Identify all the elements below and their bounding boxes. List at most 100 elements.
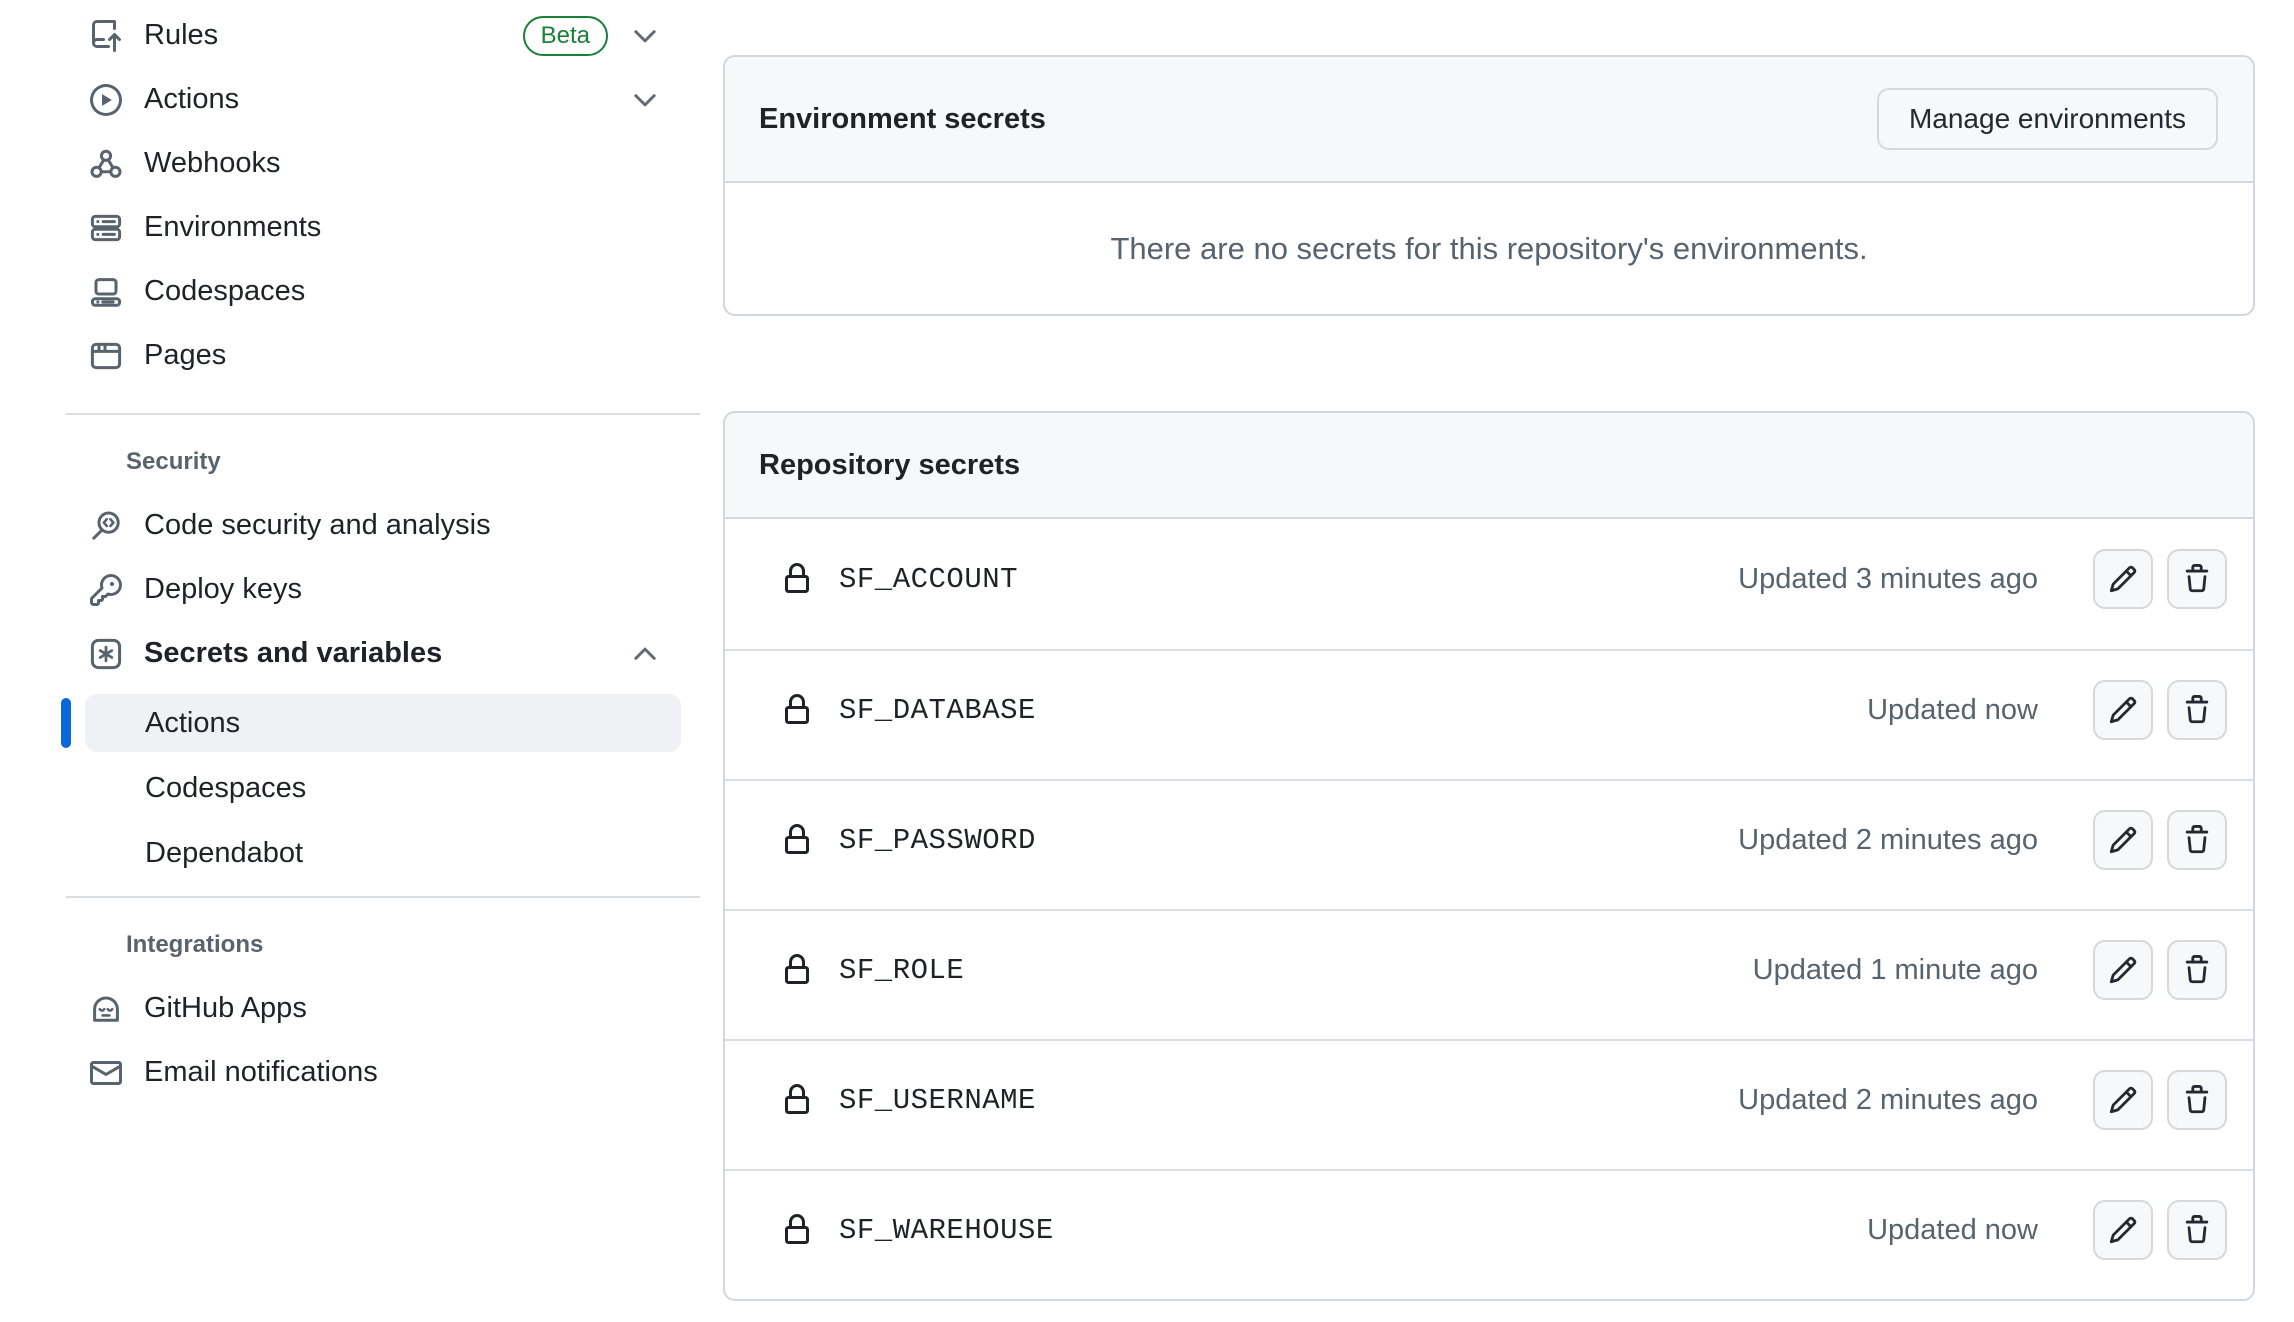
sidebar-item-label: Webhooks bbox=[144, 147, 281, 180]
delete-secret-button[interactable] bbox=[2167, 1070, 2227, 1130]
sidebar-item-label: Code security and analysis bbox=[144, 509, 491, 542]
webhook-icon bbox=[90, 148, 122, 180]
secrets-subnav: Actions Codespaces Dependabot bbox=[60, 694, 700, 882]
edit-pencil-icon bbox=[2108, 695, 2138, 725]
edit-pencil-icon bbox=[2108, 564, 2138, 594]
trash-icon bbox=[2182, 564, 2212, 594]
trash-icon bbox=[2182, 825, 2212, 855]
trash-icon bbox=[2182, 1215, 2212, 1245]
settings-content: Environment secrets Manage environments … bbox=[723, 55, 2255, 1301]
delete-secret-button[interactable] bbox=[2167, 680, 2227, 740]
panel-title: Environment secrets bbox=[759, 102, 1046, 137]
sidebar-item-github-apps[interactable]: GitHub Apps bbox=[60, 977, 700, 1041]
secret-row: SF_USERNAME Updated 2 minutes ago bbox=[725, 1039, 2253, 1169]
secret-updated: Updated 2 minutes ago bbox=[1738, 1084, 2038, 1117]
subnav-item-dependabot[interactable]: Dependabot bbox=[85, 824, 681, 882]
repository-secrets-list: SF_ACCOUNT Updated 3 minutes ago SF_DATA… bbox=[725, 519, 2253, 1299]
sidebar-item-label: Rules bbox=[144, 19, 218, 52]
sidebar-item-label: GitHub Apps bbox=[144, 992, 307, 1025]
sidebar-item-rules[interactable]: Rules Beta bbox=[60, 4, 700, 68]
edit-secret-button[interactable] bbox=[2093, 549, 2153, 609]
secret-name: SF_WAREHOUSE bbox=[839, 1214, 1054, 1247]
secret-updated: Updated now bbox=[1867, 694, 2038, 727]
sidebar-nav-top: Rules Beta Actions Webhooks Environments bbox=[60, 4, 700, 388]
secret-updated: Updated 2 minutes ago bbox=[1738, 824, 2038, 857]
sidebar-item-label: Actions bbox=[144, 83, 239, 116]
play-icon bbox=[90, 84, 122, 116]
sidebar-item-environments[interactable]: Environments bbox=[60, 196, 700, 260]
edit-pencil-icon bbox=[2108, 1215, 2138, 1245]
secret-row: SF_ROLE Updated 1 minute ago bbox=[725, 909, 2253, 1039]
sidebar-item-label: Secrets and variables bbox=[144, 637, 442, 670]
delete-secret-button[interactable] bbox=[2167, 549, 2227, 609]
secret-row: SF_PASSWORD Updated 2 minutes ago bbox=[725, 779, 2253, 909]
key-asterisk-icon bbox=[90, 638, 122, 670]
sidebar-item-actions[interactable]: Actions bbox=[60, 68, 700, 132]
edit-pencil-icon bbox=[2108, 825, 2138, 855]
secret-updated: Updated 1 minute ago bbox=[1753, 954, 2038, 987]
sidebar-item-label: Codespaces bbox=[144, 275, 305, 308]
manage-environments-button[interactable]: Manage environments bbox=[1877, 88, 2218, 150]
secret-name: SF_PASSWORD bbox=[839, 824, 1036, 857]
secret-updated: Updated 3 minutes ago bbox=[1738, 563, 2038, 596]
subnav-item-label: Codespaces bbox=[145, 772, 306, 805]
sidebar-item-pages[interactable]: Pages bbox=[60, 324, 700, 388]
sidebar-nav-security: Code security and analysis Deploy keys S… bbox=[60, 494, 700, 882]
sidebar-item-email-notifications[interactable]: Email notifications bbox=[60, 1041, 700, 1105]
beta-badge: Beta bbox=[523, 16, 608, 57]
edit-secret-button[interactable] bbox=[2093, 680, 2153, 740]
edit-secret-button[interactable] bbox=[2093, 1070, 2153, 1130]
sidebar-section-security: Security bbox=[60, 442, 700, 482]
secret-name: SF_USERNAME bbox=[839, 1084, 1036, 1117]
repo-push-icon bbox=[90, 20, 122, 52]
delete-secret-button[interactable] bbox=[2167, 1200, 2227, 1260]
delete-secret-button[interactable] bbox=[2167, 940, 2227, 1000]
edit-secret-button[interactable] bbox=[2093, 1200, 2153, 1260]
lock-icon bbox=[781, 824, 813, 856]
lock-icon bbox=[781, 1214, 813, 1246]
repository-secrets-panel: Repository secrets SF_ACCOUNT Updated 3 … bbox=[723, 411, 2255, 1301]
chevron-down-icon bbox=[630, 21, 660, 51]
secret-name: SF_ACCOUNT bbox=[839, 563, 1018, 596]
subnav-item-codespaces[interactable]: Codespaces bbox=[85, 759, 681, 817]
environment-secrets-empty-message: There are no secrets for this repository… bbox=[725, 183, 2253, 314]
edit-pencil-icon bbox=[2108, 955, 2138, 985]
edit-secret-button[interactable] bbox=[2093, 940, 2153, 1000]
sidebar-item-secrets-and-variables[interactable]: Secrets and variables bbox=[60, 622, 700, 686]
panel-title: Repository secrets bbox=[759, 448, 1020, 483]
code-scan-icon bbox=[90, 510, 122, 542]
repository-secrets-header: Repository secrets bbox=[725, 413, 2253, 519]
sidebar-item-label: Pages bbox=[144, 339, 226, 372]
github-repo-settings-page: Rules Beta Actions Webhooks Environments bbox=[0, 0, 2294, 1322]
trash-icon bbox=[2182, 695, 2212, 725]
secret-row: SF_WAREHOUSE Updated now bbox=[725, 1169, 2253, 1299]
secret-row: SF_DATABASE Updated now bbox=[725, 649, 2253, 779]
environment-secrets-header: Environment secrets Manage environments bbox=[725, 57, 2253, 183]
lock-icon bbox=[781, 1084, 813, 1116]
secret-updated: Updated now bbox=[1867, 1214, 2038, 1247]
sidebar-item-code-security[interactable]: Code security and analysis bbox=[60, 494, 700, 558]
delete-secret-button[interactable] bbox=[2167, 810, 2227, 870]
secret-name: SF_ROLE bbox=[839, 954, 964, 987]
chevron-up-icon bbox=[630, 639, 660, 669]
mail-icon bbox=[90, 1057, 122, 1089]
key-icon bbox=[90, 574, 122, 606]
subnav-item-label: Actions bbox=[145, 707, 240, 740]
lock-icon bbox=[781, 694, 813, 726]
sidebar-item-label: Environments bbox=[144, 211, 321, 244]
edit-secret-button[interactable] bbox=[2093, 810, 2153, 870]
secret-row: SF_ACCOUNT Updated 3 minutes ago bbox=[725, 519, 2253, 649]
sidebar-section-integrations: Integrations bbox=[60, 925, 700, 965]
trash-icon bbox=[2182, 955, 2212, 985]
lock-icon bbox=[781, 954, 813, 986]
hubot-icon bbox=[90, 993, 122, 1025]
edit-pencil-icon bbox=[2108, 1085, 2138, 1115]
trash-icon bbox=[2182, 1085, 2212, 1115]
environment-secrets-panel: Environment secrets Manage environments … bbox=[723, 55, 2255, 316]
sidebar-item-deploy-keys[interactable]: Deploy keys bbox=[60, 558, 700, 622]
subnav-item-actions[interactable]: Actions bbox=[85, 694, 681, 752]
settings-sidebar: Rules Beta Actions Webhooks Environments bbox=[60, 0, 700, 1105]
sidebar-divider bbox=[66, 896, 700, 898]
sidebar-item-codespaces[interactable]: Codespaces bbox=[60, 260, 700, 324]
sidebar-item-webhooks[interactable]: Webhooks bbox=[60, 132, 700, 196]
